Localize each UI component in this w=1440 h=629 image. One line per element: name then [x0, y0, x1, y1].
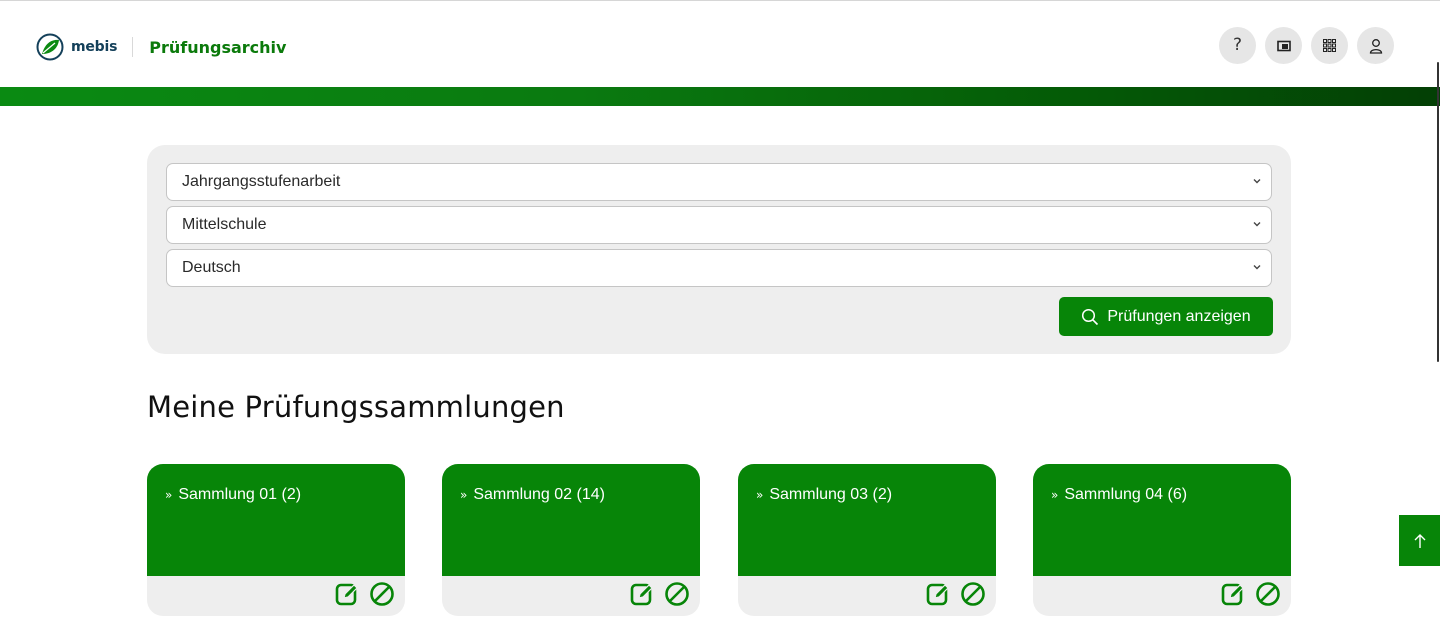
- double-chevron-right-icon: »: [165, 488, 173, 502]
- collection-card: » Sammlung 03 (2): [738, 464, 996, 616]
- collection-title: » Sammlung 03 (2): [756, 486, 892, 504]
- header-gradient-band: [0, 87, 1440, 106]
- collection-card: » Sammlung 04 (6): [1033, 464, 1291, 616]
- user-icon: [1369, 38, 1382, 54]
- collection-card: » Sammlung 02 (14): [442, 464, 700, 616]
- show-exams-button[interactable]: Prüfungen anzeigen: [1059, 297, 1273, 336]
- app-header: mebis Prüfungsarchiv ?: [0, 1, 1440, 87]
- edit-icon[interactable]: [1221, 581, 1247, 607]
- collection-actions: [630, 581, 690, 607]
- collection-label: Sammlung 03 (2): [769, 486, 893, 503]
- double-chevron-right-icon: »: [460, 488, 468, 502]
- mebis-logo-icon: [36, 33, 64, 61]
- apps-button[interactable]: [1311, 27, 1348, 64]
- help-icon: ?: [1232, 35, 1243, 55]
- collection-card-link[interactable]: » Sammlung 02 (14): [442, 464, 700, 576]
- collection-title: » Sammlung 01 (2): [165, 486, 301, 504]
- folder-button[interactable]: [1265, 27, 1302, 64]
- disable-icon[interactable]: [960, 581, 986, 607]
- disable-icon[interactable]: [369, 581, 395, 607]
- collection-label: Sammlung 02 (14): [473, 486, 605, 503]
- brand-separator: [132, 37, 134, 57]
- collection-label: Sammlung 01 (2): [178, 486, 302, 503]
- collection-label: Sammlung 04 (6): [1064, 486, 1188, 503]
- collection-card-link[interactable]: » Sammlung 01 (2): [147, 464, 405, 576]
- brand-name: mebis: [71, 39, 118, 55]
- disable-icon[interactable]: [664, 581, 690, 607]
- chevron-down-icon: [1253, 222, 1261, 227]
- disable-icon[interactable]: [1255, 581, 1281, 607]
- double-chevron-right-icon: »: [756, 488, 764, 502]
- collection-card-link[interactable]: » Sammlung 04 (6): [1033, 464, 1291, 576]
- collection-title: » Sammlung 02 (14): [460, 486, 605, 504]
- folder-icon: [1276, 40, 1291, 51]
- collection-actions: [335, 581, 395, 607]
- edit-icon[interactable]: [335, 581, 361, 607]
- chevron-down-icon: [1253, 265, 1261, 270]
- header-actions: ?: [1219, 27, 1394, 64]
- edit-icon[interactable]: [630, 581, 656, 607]
- edit-icon[interactable]: [926, 581, 952, 607]
- collection-title: » Sammlung 04 (6): [1051, 486, 1187, 504]
- school-type-value: Mittelschule: [182, 216, 267, 233]
- page-scrollbar[interactable]: [1437, 62, 1439, 362]
- arrow-up-icon: [1414, 533, 1425, 548]
- apps-grid-icon: [1323, 39, 1336, 52]
- back-to-top-button[interactable]: [1399, 515, 1440, 566]
- collection-card: » Sammlung 01 (2): [147, 464, 405, 616]
- collections-heading: Meine Prüfungssammlungen: [147, 390, 565, 424]
- help-button[interactable]: ?: [1219, 27, 1256, 64]
- collection-card-link[interactable]: » Sammlung 03 (2): [738, 464, 996, 576]
- exam-type-select[interactable]: Jahrgangsstufenarbeit: [166, 163, 1272, 201]
- collection-actions: [1221, 581, 1281, 607]
- exam-type-value: Jahrgangsstufenarbeit: [182, 173, 341, 190]
- school-type-select[interactable]: Mittelschule: [166, 206, 1272, 244]
- user-button[interactable]: [1357, 27, 1394, 64]
- search-icon: [1082, 308, 1099, 325]
- double-chevron-right-icon: »: [1051, 488, 1059, 502]
- collection-actions: [926, 581, 986, 607]
- subject-value: Deutsch: [182, 259, 241, 276]
- chevron-down-icon: [1253, 179, 1261, 184]
- subject-select[interactable]: Deutsch: [166, 249, 1272, 287]
- show-exams-label: Prüfungen anzeigen: [1107, 307, 1251, 325]
- filter-panel: Jahrgangsstufenarbeit Mittelschule Deuts…: [147, 145, 1291, 354]
- app-title[interactable]: Prüfungsarchiv: [149, 38, 286, 57]
- brand[interactable]: mebis Prüfungsarchiv: [36, 33, 286, 61]
